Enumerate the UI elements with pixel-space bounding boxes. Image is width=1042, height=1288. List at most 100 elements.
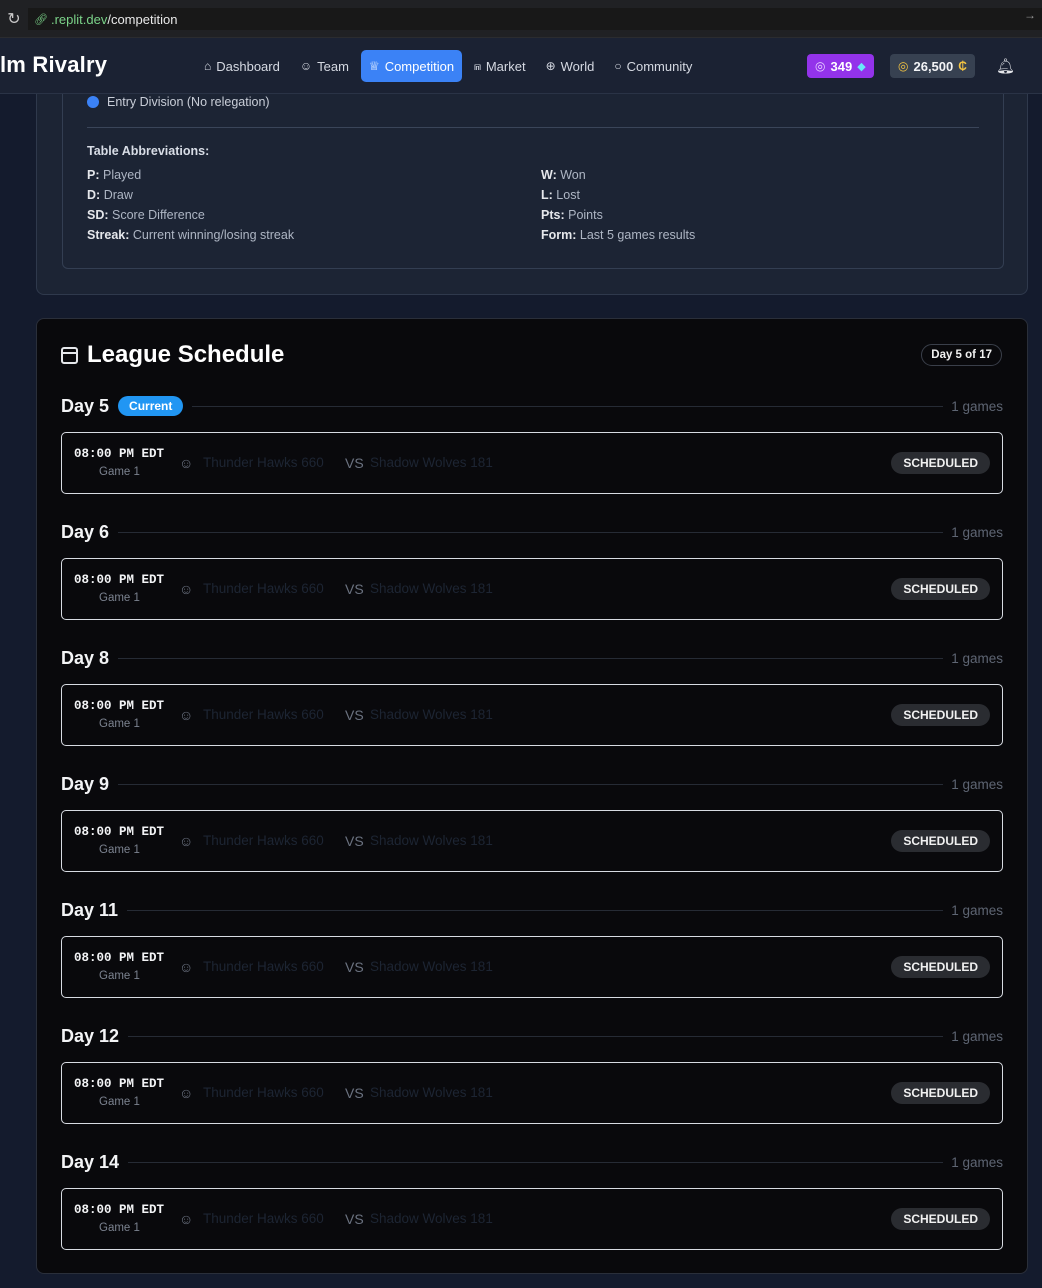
nav-market[interactable]: ⩎ Market	[466, 50, 534, 82]
home-team[interactable]: Thunder Hawks 660	[203, 707, 324, 722]
address-field[interactable]: 🔗︎ .replit.dev/competition →	[28, 8, 1042, 30]
game-time: 08:00 PM EDT	[74, 699, 165, 713]
users-icon: ☺	[179, 959, 194, 975]
game-time: 08:00 PM EDT	[74, 1077, 165, 1091]
day-header: Day 9 1 games	[61, 771, 1003, 797]
reload-icon[interactable]: ↻	[0, 0, 28, 38]
versus-label: VS	[345, 959, 364, 975]
game-number: Game 1	[99, 1096, 140, 1108]
abbr-points: Pts: Points	[541, 208, 603, 222]
users-icon: ☺	[299, 59, 313, 73]
trophy-icon: ♕	[368, 59, 380, 73]
day-divider	[128, 1161, 944, 1163]
versus-label: VS	[345, 581, 364, 597]
game-time: 08:00 PM EDT	[74, 1203, 165, 1217]
url-domain: .replit.dev	[50, 11, 108, 27]
nav-label: World	[560, 58, 595, 74]
game-card[interactable]: 08:00 PM EDT Game 1 ☺ Thunder Hawks 660 …	[61, 1062, 1003, 1124]
versus-label: VS	[345, 455, 364, 471]
games-count: 1 games	[951, 398, 1003, 414]
users-icon: ☺	[179, 1211, 194, 1227]
away-team[interactable]: Shadow Wolves 181	[370, 1085, 493, 1100]
day-label: Day 14	[61, 1151, 120, 1172]
status-badge: SCHEDULED	[891, 830, 990, 852]
away-team[interactable]: Shadow Wolves 181	[370, 959, 493, 974]
status-badge: SCHEDULED	[891, 452, 990, 474]
currency-symbol: ₵	[958, 59, 967, 73]
chat-icon: ○	[614, 59, 622, 73]
main-nav: ⌂ Dashboard ☺ Team ♕ Competition ⩎ Marke…	[196, 50, 700, 82]
day-header: Day 5 Current 1 games	[61, 393, 1003, 419]
status-badge: SCHEDULED	[891, 578, 990, 600]
day-divider	[118, 531, 944, 533]
game-card[interactable]: 08:00 PM EDT Game 1 ☺ Thunder Hawks 660 …	[61, 810, 1003, 872]
gems-value: 349	[830, 58, 853, 74]
bell-icon[interactable]: 🔔︎	[996, 57, 1015, 75]
nav-label: Community	[626, 58, 693, 74]
nav-dashboard[interactable]: ⌂ Dashboard	[196, 50, 288, 82]
day-header: Day 8 1 games	[61, 645, 1003, 671]
nav-world[interactable]: ⊕ World	[538, 50, 603, 82]
users-icon: ☺	[179, 581, 194, 597]
link-icon: 🔗︎	[34, 13, 48, 26]
day-label: Day 9	[61, 773, 110, 794]
versus-label: VS	[345, 707, 364, 723]
game-card[interactable]: 08:00 PM EDT Game 1 ☺ Thunder Hawks 660 …	[61, 1188, 1003, 1250]
game-time: 08:00 PM EDT	[74, 573, 165, 587]
day-label: Day 8	[61, 647, 110, 668]
day-divider	[127, 909, 944, 911]
away-team[interactable]: Shadow Wolves 181	[370, 1211, 493, 1226]
nav-competition[interactable]: ♕ Competition	[360, 50, 463, 82]
abbr-draw: D: Draw	[87, 188, 133, 202]
users-icon: ☺	[179, 455, 194, 471]
versus-label: VS	[345, 833, 364, 849]
game-card[interactable]: 08:00 PM EDT Game 1 ☺ Thunder Hawks 660 …	[61, 936, 1003, 998]
nav-team[interactable]: ☺ Team	[292, 50, 357, 82]
day-group: Day 5 Current 1 games 08:00 PM EDT Game …	[61, 393, 1003, 494]
app-header: lm Rivalry ⌂ Dashboard ☺ Team ♕ Competit…	[0, 38, 1042, 94]
home-team[interactable]: Thunder Hawks 660	[203, 1211, 324, 1226]
away-team[interactable]: Shadow Wolves 181	[370, 707, 493, 722]
game-card[interactable]: 08:00 PM EDT Game 1 ☺ Thunder Hawks 660 …	[61, 432, 1003, 494]
versus-label: VS	[345, 1085, 364, 1101]
users-icon: ☺	[179, 1085, 194, 1101]
calendar-icon	[61, 346, 78, 364]
day-group: Day 8 1 games 08:00 PM EDT Game 1 ☺ Thun…	[61, 645, 1003, 746]
current-day-badge: Current	[118, 396, 184, 416]
globe-icon: ⊕	[545, 59, 556, 73]
game-card[interactable]: 08:00 PM EDT Game 1 ☺ Thunder Hawks 660 …	[61, 684, 1003, 746]
home-team[interactable]: Thunder Hawks 660	[203, 959, 324, 974]
day-divider	[128, 1035, 944, 1037]
league-schedule-card: League Schedule Day 5 of 17 Day 5 Curren…	[36, 318, 1028, 1274]
coins-icon: ◎	[815, 59, 826, 73]
away-team[interactable]: Shadow Wolves 181	[370, 581, 493, 596]
game-time: 08:00 PM EDT	[74, 825, 165, 839]
day-group: Day 6 1 games 08:00 PM EDT Game 1 ☺ Thun…	[61, 519, 1003, 620]
day-divider	[118, 783, 944, 785]
gems-balance[interactable]: ◎ 349 ◆	[807, 54, 874, 78]
go-arrow-icon[interactable]: →	[1024, 8, 1036, 22]
game-card[interactable]: 08:00 PM EDT Game 1 ☺ Thunder Hawks 660 …	[61, 558, 1003, 620]
game-time: 08:00 PM EDT	[74, 951, 165, 965]
coins-balance[interactable]: ◎ 26,500 ₵	[890, 54, 975, 78]
abbr-won: W: Won	[541, 168, 586, 182]
day-group: Day 14 1 games 08:00 PM EDT Game 1 ☺ Thu…	[61, 1149, 1003, 1250]
users-icon: ☺	[179, 833, 194, 849]
nav-community[interactable]: ○ Community	[606, 50, 700, 82]
brand-title[interactable]: lm Rivalry	[0, 52, 107, 78]
home-team[interactable]: Thunder Hawks 660	[203, 455, 324, 470]
day-header: Day 14 1 games	[61, 1149, 1003, 1175]
nav-label: Dashboard	[216, 58, 280, 74]
day-header: Day 12 1 games	[61, 1023, 1003, 1049]
games-count: 1 games	[951, 1154, 1003, 1170]
day-label: Day 12	[61, 1025, 120, 1046]
games-count: 1 games	[951, 902, 1003, 918]
away-team[interactable]: Shadow Wolves 181	[370, 833, 493, 848]
home-team[interactable]: Thunder Hawks 660	[203, 1085, 324, 1100]
home-team[interactable]: Thunder Hawks 660	[203, 581, 324, 596]
abbreviations-title: Table Abbreviations:	[87, 144, 210, 158]
day-label: Day 5	[61, 395, 110, 416]
games-count: 1 games	[951, 650, 1003, 666]
home-team[interactable]: Thunder Hawks 660	[203, 833, 324, 848]
away-team[interactable]: Shadow Wolves 181	[370, 455, 493, 470]
